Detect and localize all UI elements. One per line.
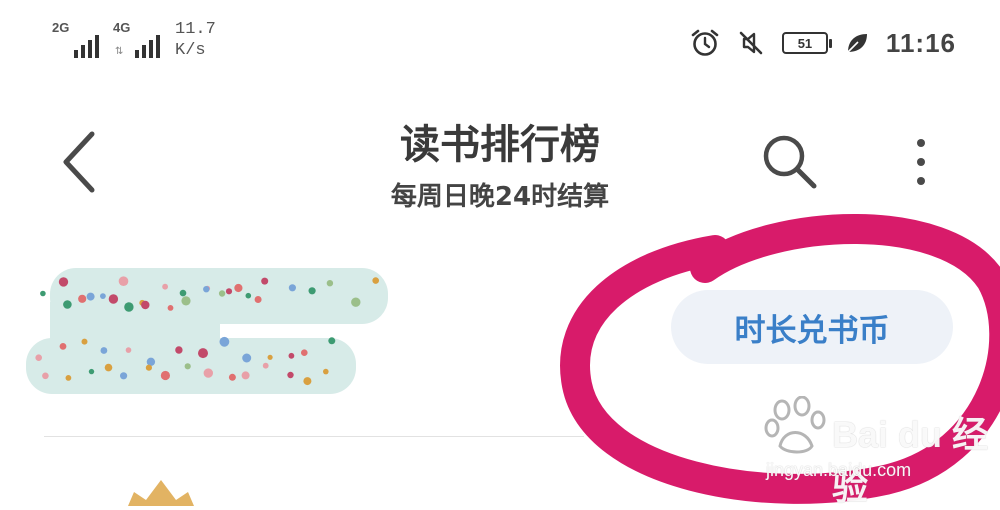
clock: 11:16 (885, 27, 956, 58)
page-subtitle: 每周日晚24时结算 (390, 182, 610, 212)
sim1-signal: 2G (52, 20, 104, 58)
exchange-coins-button[interactable]: 时长兑书币 (671, 290, 953, 364)
leaf-icon (847, 34, 867, 53)
alarm-icon (691, 29, 719, 56)
sim1-network-label: 2G (52, 20, 70, 35)
crown-icon (128, 480, 194, 506)
page-title: 读书排行榜 (400, 122, 600, 168)
redacted-user-info (26, 268, 388, 394)
status-bar: 2G 4G ⇅ 11.7 K/s 51 11:16 (0, 0, 1000, 80)
more-icon[interactable] (902, 134, 940, 190)
data-arrows-icon: ⇅ (115, 46, 124, 57)
paw-logo-icon (764, 396, 826, 454)
sim2-network-label: 4G (113, 20, 131, 35)
data-speed-unit: K/s (175, 41, 206, 60)
watermark-url: jingyan.baidu.com (766, 460, 912, 480)
data-speed-value: 11.7 (175, 20, 216, 39)
data-speed: 11.7 K/s (175, 19, 216, 61)
sim2-signal: 4G ⇅ (113, 20, 165, 58)
mute-icon (739, 31, 763, 55)
battery-level: 51 (797, 35, 813, 51)
watermark: Bai du 经验 jingyan.baidu.com (760, 396, 1000, 507)
battery-icon: 51 (781, 32, 832, 54)
search-icon[interactable] (758, 130, 820, 192)
watermark-brand: Bai du 经验 (832, 414, 989, 507)
divider (44, 436, 584, 437)
status-right: 51 11:16 (690, 23, 956, 63)
